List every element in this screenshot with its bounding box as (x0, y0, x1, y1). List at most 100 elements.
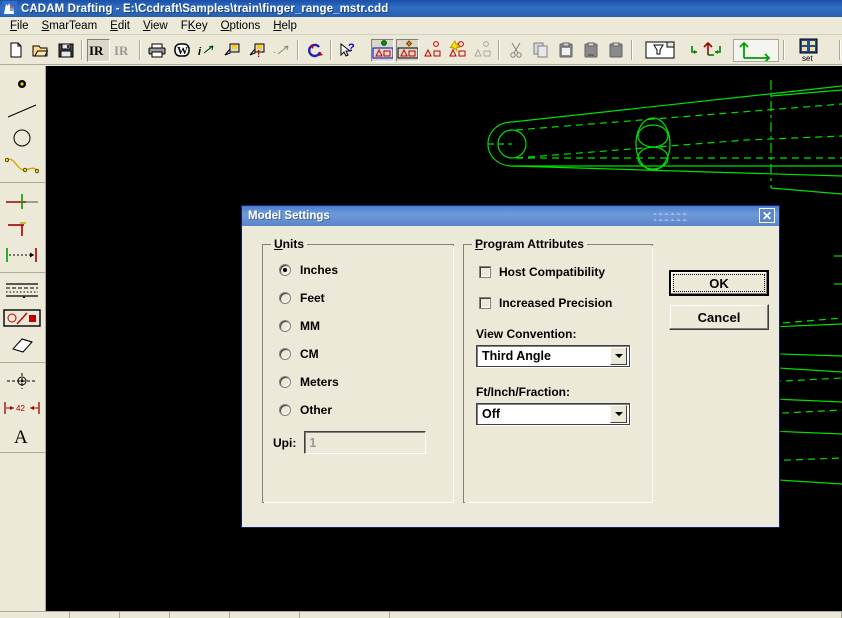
program-attributes-groupbox: Program Attributes Host Compatibility In… (463, 237, 653, 503)
select-shape-icon[interactable] (396, 38, 419, 62)
application-window: CADAM Drafting - E:\Ccdraft\Samples\trai… (0, 0, 842, 618)
close-icon[interactable]: ✕ (759, 208, 775, 223)
view-set-icon[interactable]: set (789, 38, 835, 62)
new-file-icon[interactable] (4, 39, 27, 62)
units-legend: Units (271, 237, 308, 251)
radio-label: Meters (300, 375, 339, 389)
chevron-down-icon[interactable] (610, 347, 627, 365)
ok-button[interactable]: OK (669, 270, 769, 296)
status-cell (230, 612, 300, 618)
dim-pointer-icon[interactable]: · (270, 39, 293, 62)
corner-tool-icon[interactable] (0, 214, 44, 241)
select-none-icon[interactable] (471, 39, 494, 62)
status-cell (390, 612, 842, 618)
dialog-titlebar[interactable]: Model Settings ✕ (242, 206, 779, 226)
open-file-icon[interactable] (29, 39, 52, 62)
properties-tool-icon[interactable] (0, 304, 44, 331)
cancel-button-label: Cancel (697, 309, 741, 325)
ir-active-icon[interactable]: IR (87, 38, 110, 62)
ft-inch-fraction-select[interactable]: Off (476, 403, 630, 425)
upi-input[interactable]: 1 (304, 431, 427, 454)
cancel-button[interactable]: Cancel (669, 304, 769, 330)
toolbar-separator (81, 40, 83, 60)
svg-text:!: ! (257, 49, 260, 58)
dimension-tool-icon[interactable] (0, 241, 44, 268)
menu-options[interactable]: Options (215, 18, 268, 34)
svg-text:i: i (198, 46, 202, 58)
status-cell (170, 612, 230, 618)
axis-origin-icon[interactable] (733, 38, 779, 62)
radio-label: CM (300, 347, 319, 361)
radio-cm[interactable]: CM (279, 347, 453, 361)
ok-button-label: OK (709, 275, 729, 291)
note-alert-pointer-icon[interactable]: ! (245, 39, 268, 62)
radio-label: MM (300, 319, 320, 333)
view-convention-value: Third Angle (482, 349, 551, 363)
radio-indicator (279, 292, 291, 304)
linetype-tool-icon[interactable] (0, 277, 44, 304)
status-ruler-bar (0, 611, 842, 618)
paste-link-icon[interactable] (604, 39, 627, 62)
toolbar-separator (139, 40, 141, 60)
toolbar-separator (498, 40, 500, 60)
checkbox-host-compatibility[interactable]: Host Compatibility (479, 265, 652, 279)
radio-mm[interactable]: MM (279, 319, 453, 333)
detail-window-icon[interactable] (637, 39, 683, 62)
radio-indicator (279, 320, 291, 332)
dialog-title: Model Settings (248, 210, 330, 222)
copy-icon[interactable] (529, 39, 552, 62)
view-convention-select[interactable]: Third Angle (476, 345, 630, 367)
svg-text:W: W (177, 45, 188, 57)
select-new-icon[interactable] (446, 39, 469, 62)
cadam-app-icon (2, 1, 17, 16)
spline-tool-icon[interactable] (0, 151, 44, 178)
note-pointer-icon[interactable] (220, 39, 243, 62)
main-toolbar: IR IR W i ! · ? set (0, 36, 842, 65)
select-all-icon[interactable] (371, 38, 394, 62)
paste-special-icon[interactable] (579, 39, 602, 62)
toolbar-separator (297, 40, 299, 60)
print-icon[interactable] (145, 39, 168, 62)
select-partial-icon[interactable] (421, 39, 444, 62)
refresh-icon[interactable] (303, 39, 326, 62)
model-settings-dialog: Model Settings ✕ Units Inches Feet MM CM… (241, 205, 780, 528)
paste-icon[interactable] (554, 39, 577, 62)
menu-edit[interactable]: Edit (104, 18, 137, 34)
ft-inch-fraction-value: Off (482, 407, 501, 421)
save-file-icon[interactable] (54, 39, 77, 62)
svg-text:IR: IR (89, 43, 104, 57)
watermark-icon[interactable]: W (170, 39, 193, 62)
line-tool-icon[interactable] (0, 97, 44, 124)
menu-smarteam[interactable]: SmarTeam (36, 18, 105, 34)
ir-inactive-icon[interactable]: IR (112, 39, 135, 62)
query-pointer-icon[interactable]: i (195, 39, 218, 62)
checkbox-label: Increased Precision (499, 296, 613, 310)
axis-move-icon[interactable] (685, 39, 731, 62)
menu-fkey[interactable]: FKey (175, 18, 215, 34)
point-tool-icon[interactable] (0, 70, 44, 97)
checkbox-increased-precision[interactable]: Increased Precision (479, 296, 652, 310)
measure-42-tool-icon[interactable]: 42 (0, 394, 44, 421)
chevron-down-icon[interactable] (610, 405, 627, 423)
radio-meters[interactable]: Meters (279, 375, 453, 389)
trim-tool-icon[interactable] (0, 187, 44, 214)
radio-feet[interactable]: Feet (279, 291, 453, 305)
menu-file[interactable]: File (4, 18, 36, 34)
circle-tool-icon[interactable] (0, 124, 44, 151)
menu-help[interactable]: Help (267, 18, 304, 34)
erase-tool-icon[interactable] (0, 331, 44, 358)
help-pointer-icon[interactable]: ? (336, 39, 359, 62)
status-cell (120, 612, 170, 618)
menubar: File SmarTeam Edit View FKey Options Hel… (0, 17, 842, 35)
upi-label: Upi: (273, 435, 297, 450)
menu-view[interactable]: View (137, 18, 175, 34)
centermark-tool-icon[interactable] (0, 367, 44, 394)
cut-icon[interactable] (504, 39, 527, 62)
radio-inches[interactable]: Inches (279, 263, 453, 277)
upi-value: 1 (309, 435, 317, 450)
checkbox-label: Host Compatibility (499, 265, 606, 279)
radio-indicator (279, 264, 291, 276)
text-tool-icon[interactable]: A (0, 421, 44, 448)
radio-other[interactable]: Other (279, 403, 453, 417)
svg-text:IR: IR (114, 43, 129, 57)
